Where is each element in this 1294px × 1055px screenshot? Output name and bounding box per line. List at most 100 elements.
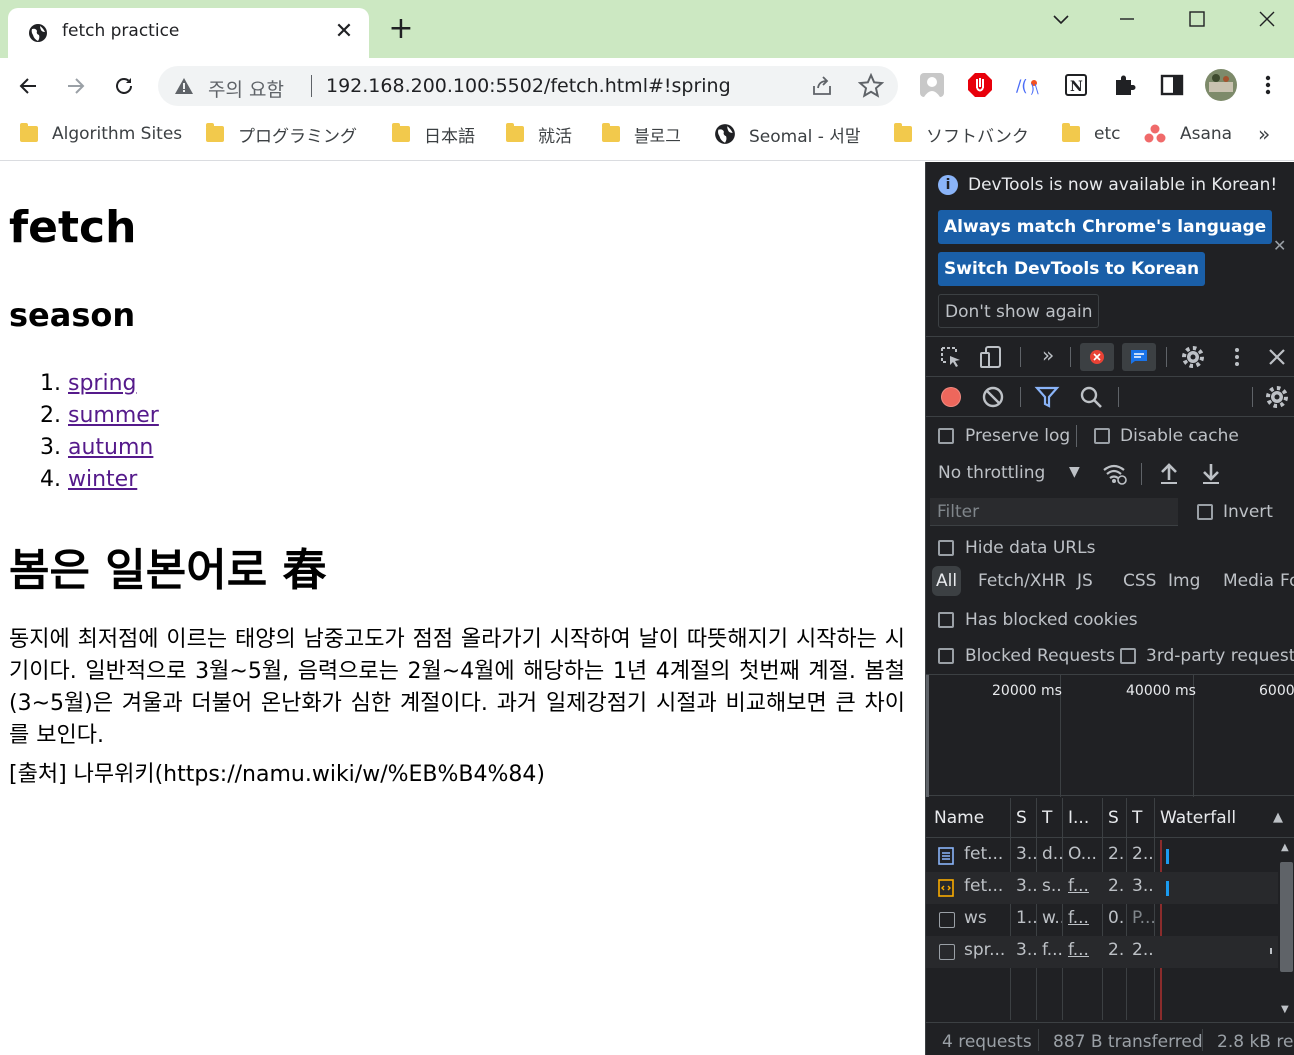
column-header-time[interactable]: T (1132, 798, 1146, 838)
request-initiator[interactable]: f... (1068, 940, 1100, 960)
preserve-log-checkbox[interactable] (938, 428, 954, 444)
table-row[interactable]: ws 1.. w.. f... 0.. P... (926, 904, 1278, 936)
request-initiator[interactable]: f... (1068, 876, 1100, 896)
season-link-winter[interactable]: winter (68, 467, 137, 492)
bookmark-etc[interactable]: etc (1062, 122, 1120, 146)
forward-button[interactable] (60, 70, 92, 102)
type-tab-all[interactable]: All (932, 566, 962, 596)
type-tab-fetch-xhr[interactable]: Fetch/XHR (974, 566, 1070, 596)
url-text[interactable]: 192.168.200.100:5502/fetch.html#!spring (326, 75, 731, 97)
browser-menu-icon[interactable] (1254, 71, 1282, 99)
type-tab-css[interactable]: CSS (1119, 566, 1160, 596)
bookmark-seomal[interactable]: Seomal - 서말 (714, 122, 861, 147)
address-bar[interactable]: 주의 요함 192.168.200.100:5502/fetch.html#!s… (158, 66, 898, 106)
column-header-size[interactable]: S (1108, 798, 1122, 838)
type-tab-js[interactable]: JS (1073, 566, 1097, 596)
type-tab-img[interactable]: Img (1164, 566, 1204, 596)
infobar-close-icon[interactable]: ✕ (1273, 236, 1286, 255)
back-button[interactable] (12, 70, 44, 102)
switch-to-korean-button[interactable]: Switch DevTools to Korean (938, 252, 1206, 286)
bookmark-blog[interactable]: 블로그 (602, 122, 681, 147)
table-row[interactable]: fet... 3.. s.. f... 2.. 3.. (926, 872, 1278, 904)
scroll-up-icon[interactable]: ▲ (1281, 842, 1289, 853)
waterfall-bar (1166, 849, 1169, 864)
side-panel-icon[interactable] (1158, 71, 1186, 99)
blocked-requests-label: Blocked Requests (965, 646, 1115, 666)
season-link-summer[interactable]: summer (68, 403, 159, 428)
tab-search-button[interactable] (1038, 4, 1084, 32)
network-status-bar: 4 requests 887 B transferred 2.8 kB res (926, 1022, 1294, 1055)
table-scrollbar[interactable]: ▲ ▼ (1278, 840, 1294, 1020)
network-conditions-icon[interactable] (1101, 460, 1127, 486)
info-icon: i (938, 175, 958, 195)
column-header-name[interactable]: Name (934, 798, 1004, 838)
new-tab-button[interactable]: + (386, 14, 416, 44)
bookmark-programming[interactable]: プログラミング (206, 122, 357, 147)
blocked-requests-checkbox[interactable] (938, 648, 954, 664)
extensions-puzzle-icon[interactable] (1110, 71, 1138, 99)
table-row[interactable]: fet... 3.. d.. O... 2.. 2.. (926, 840, 1278, 872)
bookmark-job-hunting[interactable]: 就活 (506, 122, 572, 147)
network-overview[interactable]: 20000 ms 40000 ms 60000 (926, 674, 1294, 797)
network-settings-gear-icon[interactable] (1264, 384, 1290, 410)
import-har-icon[interactable] (1156, 460, 1182, 486)
column-header-type[interactable]: T (1042, 798, 1056, 838)
minimize-button[interactable] (1104, 4, 1150, 32)
hide-data-urls-checkbox[interactable] (938, 540, 954, 556)
notion-icon[interactable]: N (1062, 71, 1090, 99)
tab-close-icon[interactable]: ✕ (332, 19, 356, 44)
search-icon[interactable] (1078, 384, 1104, 410)
season-link-autumn[interactable]: autumn (68, 435, 153, 460)
warning-icon[interactable] (174, 77, 194, 95)
redux-devtools-icon[interactable]: /()\ (1014, 71, 1042, 99)
has-blocked-cookies-checkbox[interactable] (938, 612, 954, 628)
kebab-menu-icon[interactable] (1224, 344, 1250, 370)
filter-icon[interactable] (1034, 384, 1060, 410)
security-label[interactable]: 주의 요함 (208, 75, 284, 102)
clear-icon[interactable] (980, 384, 1006, 410)
issues-badge[interactable] (1122, 343, 1156, 371)
scroll-thumb[interactable] (1280, 862, 1293, 972)
request-initiator[interactable]: f... (1068, 908, 1100, 928)
inspect-element-icon[interactable] (938, 344, 964, 370)
column-header-status[interactable]: S (1016, 798, 1030, 838)
type-tab-media[interactable]: Media (1219, 566, 1278, 596)
bookmark-star-icon[interactable] (858, 73, 884, 99)
bookmark-asana[interactable]: Asana (1144, 122, 1232, 146)
profile-avatar[interactable] (1204, 68, 1238, 102)
overview-selection-handle[interactable] (926, 675, 929, 797)
throttling-select[interactable]: No throttling (938, 463, 1045, 483)
disable-cache-checkbox[interactable] (1094, 428, 1110, 444)
column-header-initiator[interactable]: I... (1068, 798, 1098, 838)
share-icon[interactable] (810, 74, 834, 98)
table-row[interactable]: spr... 3.. f... f... 2.. 2.. (926, 936, 1278, 968)
bookmark-softbank[interactable]: ソフトバンク (894, 122, 1029, 147)
bookmarks-overflow-button[interactable]: » (1258, 122, 1270, 146)
extension-avatar-icon[interactable] (918, 71, 946, 99)
close-devtools-icon[interactable] (1264, 344, 1290, 370)
bookmark-japanese[interactable]: 日本語 (392, 122, 475, 147)
request-name: spr... (964, 940, 1006, 960)
reload-button[interactable] (108, 70, 140, 102)
error-count-badge[interactable] (1080, 343, 1114, 371)
device-toolbar-icon[interactable] (978, 344, 1004, 370)
type-tab-font[interactable]: Font (1276, 566, 1294, 596)
third-party-checkbox[interactable] (1120, 648, 1136, 664)
export-har-icon[interactable] (1198, 460, 1224, 486)
scroll-down-icon[interactable]: ▼ (1281, 1004, 1289, 1015)
season-link-spring[interactable]: spring (68, 371, 137, 396)
always-match-language-button[interactable]: Always match Chrome's language (938, 210, 1273, 244)
overview-tick-label: 20000 ms (992, 683, 1062, 699)
settings-gear-icon[interactable] (1180, 344, 1206, 370)
browser-tab[interactable]: fetch practice ✕ (8, 8, 369, 58)
more-tabs-icon[interactable]: » (1042, 343, 1054, 367)
filter-input[interactable]: Filter (930, 498, 1178, 526)
maximize-button[interactable] (1174, 4, 1220, 32)
close-window-button[interactable] (1244, 4, 1290, 32)
column-header-waterfall[interactable]: Waterfall (1160, 798, 1260, 838)
record-icon[interactable] (938, 384, 964, 410)
adblock-icon[interactable] (966, 71, 994, 99)
invert-checkbox[interactable] (1197, 504, 1213, 520)
dont-show-again-button[interactable]: Don't show again (938, 294, 1100, 328)
bookmark-algorithm-sites[interactable]: Algorithm Sites (20, 122, 182, 146)
